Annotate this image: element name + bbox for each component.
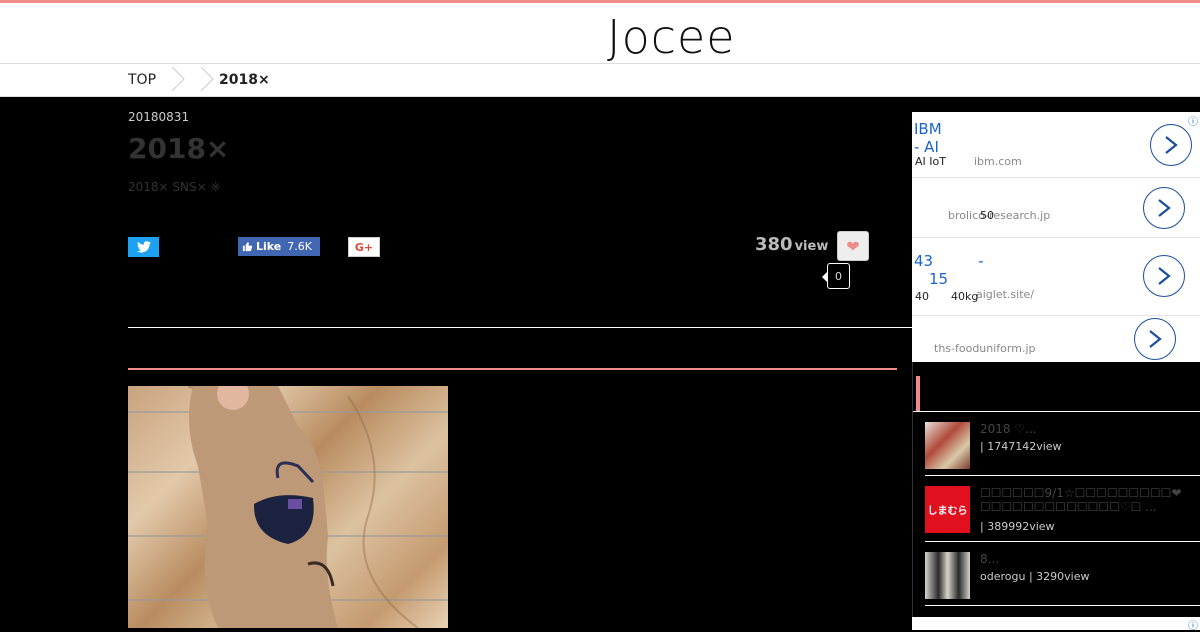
accent-divider [128, 368, 897, 370]
ad-url[interactable]: aiglet.site/ [976, 288, 1034, 301]
facebook-like-button[interactable]: Like 7.6K [238, 237, 320, 256]
ad-go-button[interactable] [1143, 255, 1185, 297]
ad-item[interactable]: IBM - AI AI IoT ibm.com [912, 112, 1200, 178]
ad-title[interactable]: 15 [914, 270, 948, 288]
breadcrumb-current: 2018× [219, 72, 270, 88]
heart-icon: ❤ [846, 236, 860, 256]
breadcrumb-top-link[interactable]: TOP [128, 72, 156, 88]
page-title: 2018× [128, 132, 230, 165]
ad-title[interactable]: 43 - [914, 252, 984, 270]
ad-title[interactable]: - AI [914, 138, 939, 156]
article-description: 2018× SNS× ※ [128, 180, 221, 194]
chevron-right-icon [1149, 330, 1162, 348]
ranking-meta: oderogu | 3290view [980, 570, 1090, 583]
ad-item[interactable]: ths-fooduniform.jp [912, 316, 1200, 362]
facebook-like-label: Like [256, 240, 282, 253]
view-counter: 380 view [755, 234, 828, 255]
breadcrumb: TOP 2018× [0, 64, 1200, 97]
article-photo [128, 386, 448, 628]
ranking-item[interactable]: しまむら ☐☐☐☐☐☐9/1☆☐☐☐☐☐☐☐☐☐❤☐☐☐☐☐☐☐☐☐☐☐☐☐♡☐… [925, 484, 1200, 542]
ranking-thumbnail[interactable]: しまむら [925, 486, 970, 533]
divider [128, 327, 912, 328]
article-main: 20180831 2018× 2018× SNS× ※ Like 7.6K G+… [0, 98, 912, 630]
favorite-button[interactable]: ❤ [837, 231, 869, 261]
ad-title[interactable]: IBM [914, 120, 942, 138]
twitter-share-button[interactable] [128, 237, 159, 257]
ad-item[interactable]: brolico-research.jp 50 [912, 178, 1200, 238]
gplus-share-button[interactable]: G+ [348, 237, 380, 257]
ad-subtitle: 40 40kg [915, 290, 979, 303]
twitter-bird-icon [136, 241, 151, 253]
ad-subtitle: 50 [980, 209, 994, 222]
ranking-meta: | 389992view [980, 520, 1055, 533]
site-header: Jocee [0, 3, 1200, 64]
ad-go-button[interactable] [1150, 124, 1192, 166]
chevron-right-icon [1165, 136, 1178, 154]
site-logo[interactable]: Jocee [607, 10, 736, 64]
chevron-right-icon [200, 67, 214, 91]
ad-url[interactable]: ths-fooduniform.jp [934, 342, 1035, 355]
facebook-like-count: 7.6K [287, 240, 312, 253]
ranking-title[interactable]: 8... [980, 552, 1200, 566]
thumbs-up-icon [242, 242, 253, 252]
chevron-right-icon [1158, 267, 1171, 285]
ad-url[interactable]: brolico-research.jp [948, 209, 1050, 222]
ranking-thumbnail[interactable] [925, 552, 970, 599]
ranking-item[interactable]: 2018 ♡... | 1747142view [925, 420, 1200, 476]
article-date: 20180831 [128, 110, 190, 124]
ad-subtitle: AI IoT [915, 155, 946, 168]
ad-url[interactable]: ibm.com [974, 155, 1022, 168]
view-count: 380 [755, 234, 793, 255]
ad-panel: ⓘ IBM - AI AI IoT ibm.com brolico-resear… [912, 112, 1200, 362]
fashion-photo-illustration [128, 386, 448, 628]
ranking-item[interactable]: 8... oderogu | 3290view [925, 550, 1200, 606]
ranking-title[interactable]: 2018 ♡... [980, 422, 1200, 436]
ranking-meta: | 1747142view [980, 440, 1062, 453]
ad-item[interactable]: 43 - 15 aiglet.site/ 40 40kg [912, 238, 1200, 316]
favorite-count: 0 [822, 263, 850, 289]
divider [913, 411, 1200, 412]
ad-go-button[interactable] [1143, 187, 1185, 229]
ranking-thumbnail[interactable] [925, 422, 970, 469]
ad-panel-bottom: ⓘ [912, 617, 1200, 632]
ranking-sidebar: 2018 ♡... | 1747142view しまむら ☐☐☐☐☐☐9/1☆☐… [912, 362, 1200, 630]
ranking-title[interactable]: ☐☐☐☐☐☐9/1☆☐☐☐☐☐☐☐☐☐❤☐☐☐☐☐☐☐☐☐☐☐☐☐♡☐ ... [980, 486, 1200, 516]
view-label: view [794, 239, 829, 254]
chevron-right-icon [1158, 199, 1171, 217]
ranking-heading-accent [916, 376, 920, 411]
chevron-right-icon [171, 67, 185, 91]
ad-go-button[interactable] [1134, 318, 1176, 360]
